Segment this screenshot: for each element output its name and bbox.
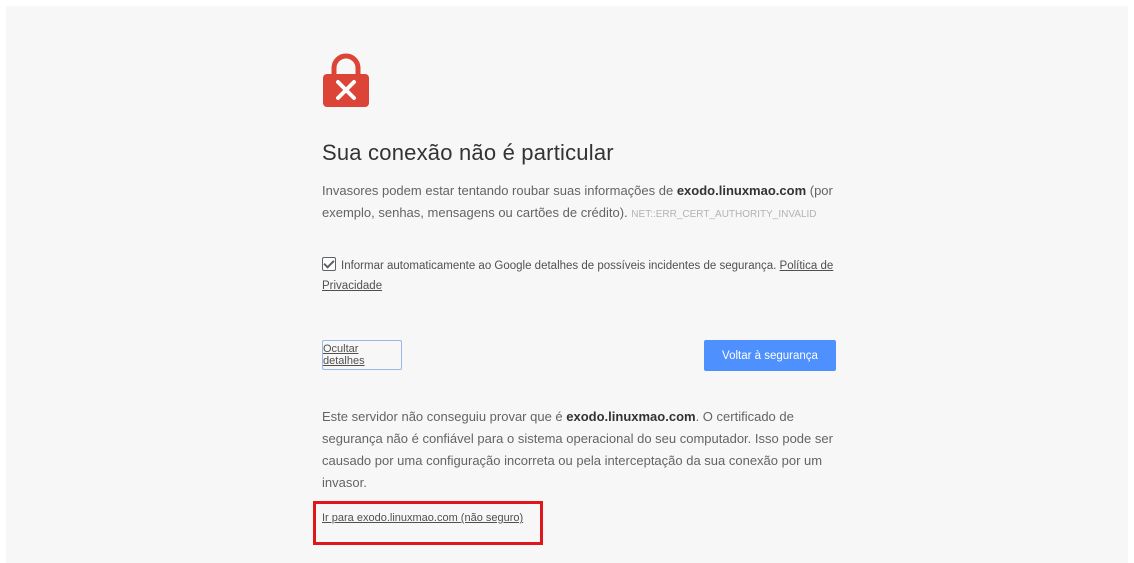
annotation-highlight-box (313, 501, 543, 545)
details-message: Este servidor não conseguiu provar que é… (322, 406, 842, 494)
message-prefix: Invasores podem estar tentando roubar su… (322, 183, 677, 198)
back-to-safety-button[interactable]: Voltar à segurança (704, 340, 836, 371)
details-prefix: Este servidor não conseguiu provar que é (322, 409, 567, 424)
report-label: Informar automaticamente ao Google detal… (341, 260, 780, 272)
lock-error-icon (322, 52, 370, 108)
error-code: NET::ERR_CERT_AUTHORITY_INVALID (631, 209, 817, 220)
hide-details-button[interactable]: Ocultar detalhes (322, 340, 402, 370)
main-message: Invasores podem estar tentando roubar su… (322, 180, 842, 226)
page-title: Sua conexão não é particular (322, 140, 614, 165)
report-checkbox[interactable] (322, 257, 336, 271)
details-domain: exodo.linuxmao.com (566, 409, 696, 424)
report-option: Informar automaticamente ao Google detal… (322, 256, 842, 296)
domain-name: exodo.linuxmao.com (676, 183, 807, 198)
